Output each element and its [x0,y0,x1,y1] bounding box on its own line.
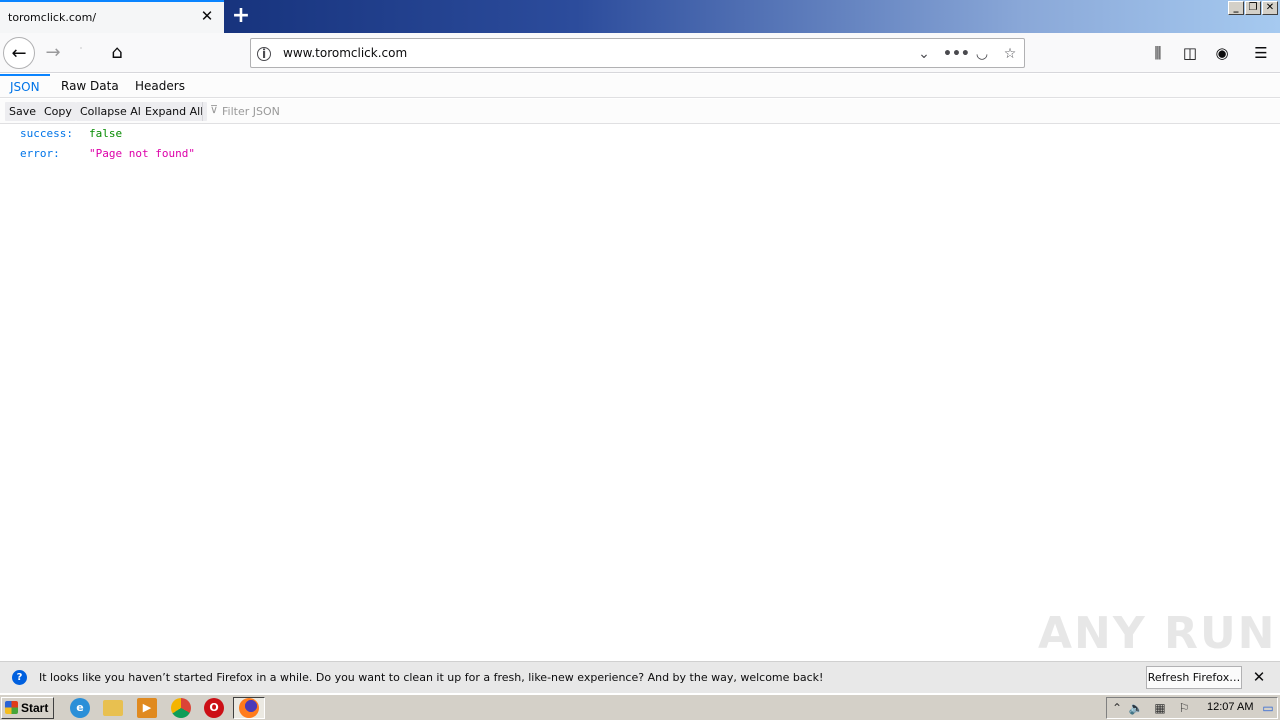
tab-raw-data[interactable]: Raw Data [51,74,129,98]
restore-button[interactable]: ❐ [1245,1,1261,15]
sidebar-icon[interactable]: ◫ [1178,41,1202,65]
expand-all-button[interactable]: Expand All [141,102,208,121]
page-actions-icon[interactable]: ••• [943,44,970,64]
library-icon[interactable]: ⫼ [1146,41,1170,65]
save-button[interactable]: Save [5,102,41,121]
show-hidden-icons-icon[interactable]: ⌃ [1109,700,1125,716]
notification-message: It looks like you haven’t started Firefo… [39,671,824,684]
url-bar[interactable]: i www.toromclick.com ⌄ ••• ◡ ☆ [250,38,1025,68]
json-key: error: [20,147,60,160]
refresh-firefox-button[interactable]: Refresh Firefox… [1146,666,1242,689]
bookmark-star-icon[interactable]: ☆ [1000,44,1020,64]
tab-json[interactable]: JSON [0,74,50,98]
home-button[interactable]: ⌂ [101,37,133,69]
json-viewer-toolbar: Save Copy Collapse All Expand All ⊽ [0,99,1280,124]
media-player-icon[interactable]: ▶ [137,698,157,718]
network-icon[interactable]: ▦ [1152,700,1168,716]
filter-json-input[interactable] [222,102,522,121]
pocket-icon[interactable]: ◡ [972,44,992,64]
chevron-down-icon[interactable]: ⌄ [914,44,934,64]
clock[interactable]: 12:07 AM [1207,701,1253,713]
watermark-logo: ANY RUN [1038,608,1277,659]
start-label: Start [21,701,49,715]
plus-icon: + [231,3,251,28]
internet-explorer-icon[interactable]: e [70,698,90,718]
browser-tab[interactable]: toromclick.com/ ✕ [0,0,224,33]
arrow-left-icon: ← [11,43,27,64]
tab-title: toromclick.com/ [8,11,97,24]
taskbar: Start e ▶ O ⌃ 🔈 ▦ ⚐ 12:07 AM ▭ [0,694,1280,720]
start-button[interactable]: Start [1,697,54,719]
close-icon[interactable]: ✕ [1250,668,1268,686]
json-row-error[interactable]: error: "Page not found" [20,146,195,162]
show-desktop-icon[interactable]: ▭ [1260,700,1276,716]
home-icon: ⌂ [111,42,123,63]
firefox-task-button[interactable] [233,697,265,719]
copy-button[interactable]: Copy [40,102,76,121]
folder-icon[interactable] [103,700,123,716]
json-value: "Page not found" [89,147,195,160]
account-icon[interactable]: ◉ [1210,41,1234,65]
window-close-button[interactable]: ✕ [1262,1,1278,15]
json-viewer-tabs: JSON Raw Data Headers [0,74,1280,98]
system-tray: ⌃ 🔈 ▦ ⚐ 12:07 AM ▭ [1106,697,1278,719]
filter-icon: ⊽ [210,103,219,116]
tab-headers[interactable]: Headers [125,74,195,98]
json-row-success[interactable]: success: false [20,126,122,142]
chrome-icon[interactable] [171,698,191,718]
action-center-flag-icon[interactable]: ⚐ [1176,700,1192,716]
volume-icon[interactable]: 🔈 [1128,700,1144,716]
url-text[interactable]: www.toromclick.com [283,46,407,60]
collapse-all-button[interactable]: Collapse All [76,102,148,121]
firefox-icon [239,698,259,718]
info-icon[interactable]: i [257,47,271,61]
back-button[interactable]: ← [3,37,35,69]
windows-logo-icon [5,701,18,714]
json-value: false [89,127,123,140]
navigation-toolbar: ← → ˙ ⌂ i www.toromclick.com ⌄ ••• ◡ ☆ ⫼… [0,33,1280,73]
minimize-button[interactable]: _ [1228,1,1244,15]
toolbar-divider [202,102,203,121]
json-key: success: [20,127,73,140]
reload-indicator: ˙ [78,47,84,58]
tab-close-icon[interactable]: ✕ [200,9,214,24]
new-tab-button[interactable]: + [230,4,252,28]
notification-bar: ? It looks like you haven’t started Fire… [0,661,1280,693]
tab-strip: toromclick.com/ ✕ + _ ❐ ✕ [0,0,1280,33]
question-icon: ? [12,670,27,685]
hamburger-menu-icon[interactable]: ☰ [1249,41,1273,65]
opera-icon[interactable]: O [204,698,224,718]
arrow-right-icon: → [45,42,61,63]
